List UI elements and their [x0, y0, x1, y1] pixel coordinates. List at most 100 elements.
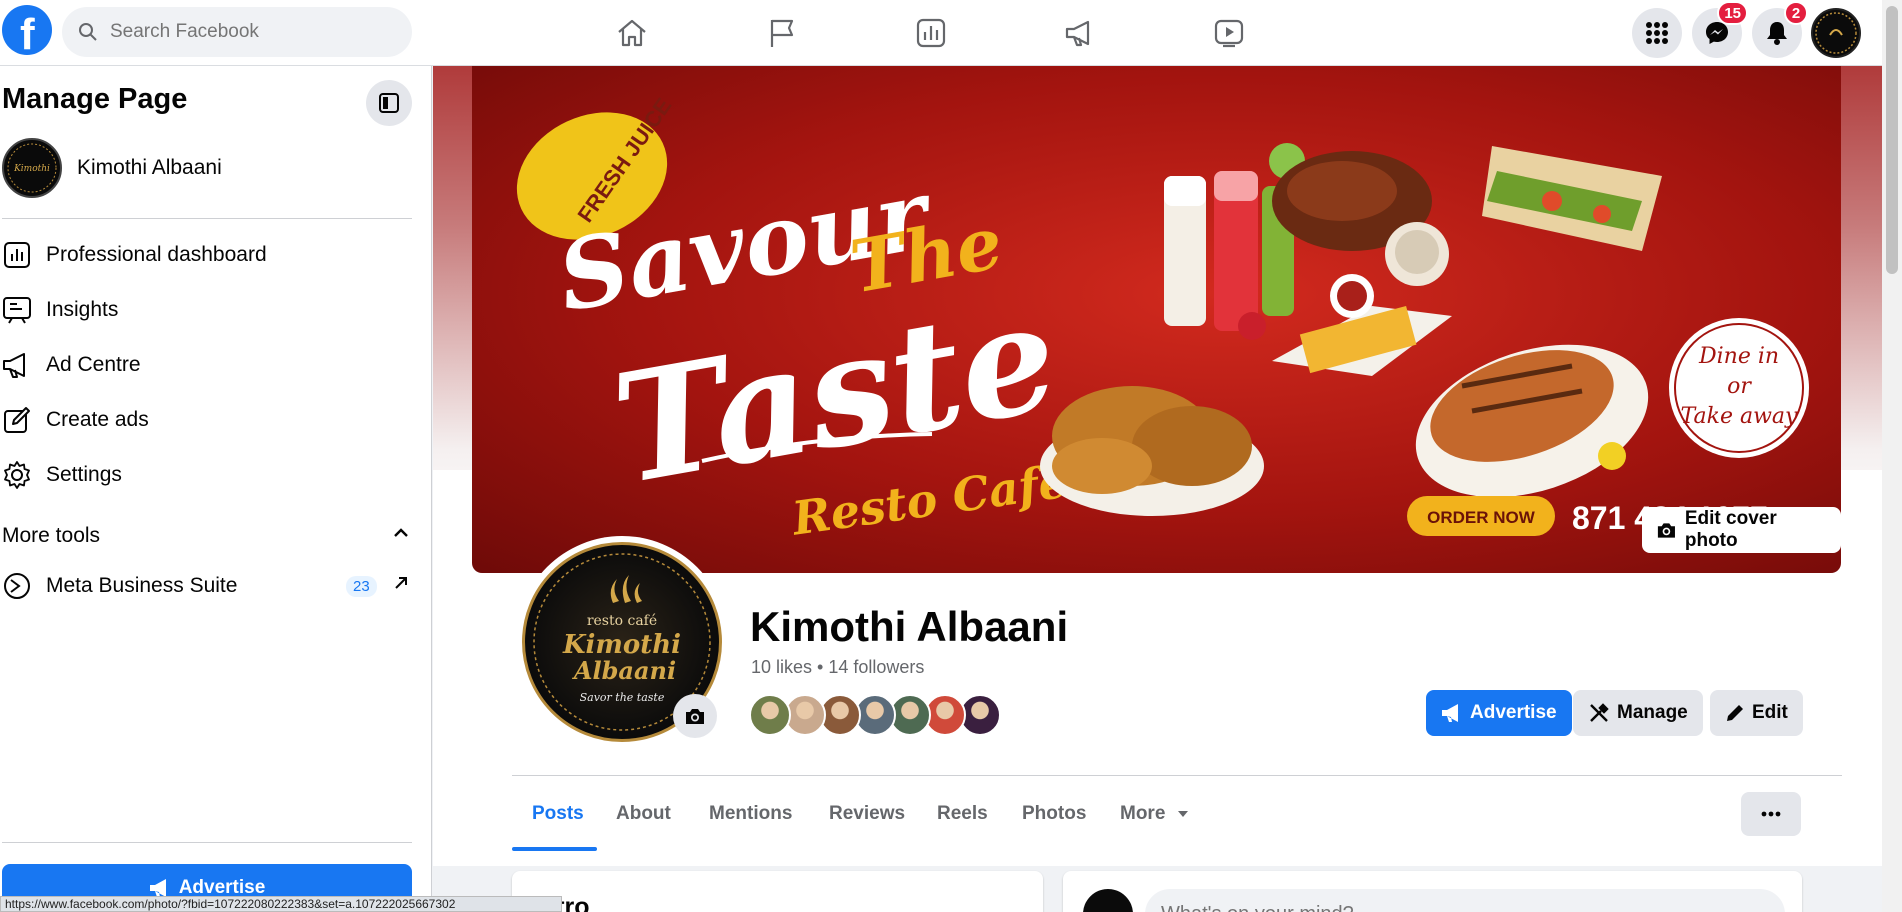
page-scrollbar[interactable]: [1882, 0, 1902, 912]
megaphone-icon: [0, 348, 34, 382]
page-title: Kimothi Albaani: [750, 603, 1069, 650]
post-composer-input[interactable]: [1145, 889, 1785, 912]
sidebar-item-meta-business-suite[interactable]: Meta Business Suite: [0, 565, 237, 607]
link-preview-status-bar: https://www.facebook.com/photo/?fbid=107…: [0, 896, 562, 912]
search-input[interactable]: [110, 21, 390, 43]
home-icon: [618, 19, 646, 47]
svg-text:f: f: [20, 10, 35, 55]
watch-nav-button[interactable]: [1204, 8, 1254, 58]
search-icon: [79, 23, 97, 41]
search-box[interactable]: [62, 7, 412, 57]
sidebar-page-profile[interactable]: Kimothi Kimothi Albaani: [2, 138, 222, 198]
sidebar-item-create-ads[interactable]: Create ads: [0, 399, 149, 441]
grid-menu-icon: [1646, 22, 1668, 44]
order-now-text: ORDER NOW: [1427, 508, 1536, 527]
sidebar-item-insights[interactable]: Insights: [0, 289, 118, 331]
meta-business-suite-icon: [0, 569, 34, 603]
edit-cover-photo-button[interactable]: Edit cover photo: [1642, 507, 1841, 553]
external-link-icon[interactable]: [392, 574, 410, 592]
edit-cover-photo-label: Edit cover photo: [1684, 508, 1777, 551]
sidebar-page-avatar: Kimothi: [2, 138, 62, 198]
manage-label: Manage: [1617, 702, 1688, 723]
insights-nav-button[interactable]: [906, 8, 956, 58]
tab-photos[interactable]: Photos: [1022, 803, 1086, 825]
sidebar-item-label: Professional dashboard: [46, 243, 267, 266]
pages-flag-icon: [770, 19, 794, 47]
bell-icon: [1767, 22, 1787, 45]
tab-mentions[interactable]: Mentions: [709, 803, 792, 825]
gear-icon: [0, 458, 34, 492]
svg-text:Kimothi: Kimothi: [13, 164, 50, 174]
sidebar-item-label: Ad Centre: [46, 353, 141, 376]
scrollbar-thumb[interactable]: [1886, 6, 1898, 274]
tab-reviews[interactable]: Reviews: [829, 803, 905, 825]
fries-plate-illustration: [1272, 274, 1452, 376]
caret-down-icon: [1177, 811, 1188, 817]
advertise-label: Advertise: [1470, 702, 1557, 723]
sidebar-divider: [2, 842, 412, 843]
tab-more[interactable]: More: [1120, 803, 1189, 825]
ad-centre-nav-button[interactable]: [1055, 8, 1105, 58]
pages-nav-button[interactable]: [757, 8, 807, 58]
megaphone-icon: [1065, 20, 1090, 47]
sidebar-item-label: Settings: [46, 463, 122, 486]
sidebar-item-ad-centre[interactable]: Ad Centre: [0, 344, 141, 386]
page-likes-followers[interactable]: 10 likes • 14 followers: [751, 657, 924, 678]
manage-button[interactable]: Manage: [1573, 690, 1703, 736]
insights-icon: [916, 18, 946, 48]
pencil-icon: [1727, 705, 1743, 721]
composer-avatar: [1083, 889, 1133, 912]
sidebar-title: Manage Page: [2, 83, 188, 115]
logo-tagline: Savor the taste: [580, 691, 665, 704]
dine-in-text-3: Take away: [1681, 404, 1798, 429]
megaphone-icon: [1442, 704, 1458, 722]
megaphone-icon: [149, 879, 166, 897]
grilled-platter-illustration: [1415, 344, 1649, 498]
sidebar-item-label: Insights: [46, 298, 119, 321]
account-avatar-icon: [1815, 12, 1857, 54]
cover-photo[interactable]: FRESH JUICE Savour The Taste Resto Cafe: [472, 66, 1841, 573]
pencil-icon: [0, 403, 34, 437]
tab-about[interactable]: About: [616, 803, 671, 825]
sidebar-divider: [2, 218, 412, 219]
edit-label: Edit: [1752, 702, 1788, 723]
sidebar-page-name: Kimothi Albaani: [77, 156, 222, 179]
more-options-button[interactable]: [1741, 792, 1801, 836]
home-nav-button[interactable]: [607, 8, 657, 58]
menu-button[interactable]: [1632, 8, 1682, 58]
sidebar-toggle-icon: [379, 93, 399, 113]
dine-in-text-1: Dine in: [1698, 344, 1779, 369]
logo-top-text: resto café: [587, 613, 657, 629]
juice-glasses-illustration: [1164, 143, 1305, 340]
messenger-button[interactable]: 15: [1692, 1, 1748, 58]
advertise-button[interactable]: Advertise: [1426, 690, 1572, 736]
account-avatar-button[interactable]: [1811, 8, 1861, 58]
sidebar-item-label: Meta Business Suite: [46, 574, 238, 597]
follower-avatars[interactable]: [749, 694, 1001, 736]
sidebar-item-settings[interactable]: Settings: [0, 454, 122, 496]
intro-card: Intro: [512, 871, 1043, 912]
tab-more-label: More: [1120, 803, 1166, 824]
sidebar-item-professional-dashboard[interactable]: Professional dashboard: [0, 234, 267, 276]
facebook-logo-icon[interactable]: f: [2, 5, 52, 55]
tools-icon: [1590, 703, 1609, 722]
post-composer-card: [1063, 871, 1802, 912]
update-profile-picture-button[interactable]: [673, 694, 717, 738]
meta-business-suite-badge: 23: [346, 576, 377, 597]
active-tab-indicator: [512, 847, 597, 851]
follower-avatar[interactable]: [749, 694, 791, 736]
ellipsis-icon: [1761, 811, 1781, 817]
more-tools-header[interactable]: More tools: [2, 524, 100, 548]
sidebar-item-label: Create ads: [46, 408, 149, 431]
edit-button[interactable]: Edit: [1710, 690, 1803, 736]
wrap-illustration: [1482, 146, 1662, 251]
notifications-button[interactable]: 2: [1752, 1, 1808, 58]
tab-posts[interactable]: Posts: [532, 803, 584, 825]
collapse-sidebar-button[interactable]: [366, 80, 412, 126]
tab-reels[interactable]: Reels: [937, 803, 988, 825]
chevron-up-icon[interactable]: [392, 524, 410, 542]
messenger-count-badge: 15: [1717, 1, 1748, 25]
logo-name-line-2: Albaani: [572, 656, 676, 685]
page-main-content: FRESH JUICE Savour The Taste Resto Cafe: [433, 66, 1882, 912]
dashboard-icon: [0, 238, 34, 272]
